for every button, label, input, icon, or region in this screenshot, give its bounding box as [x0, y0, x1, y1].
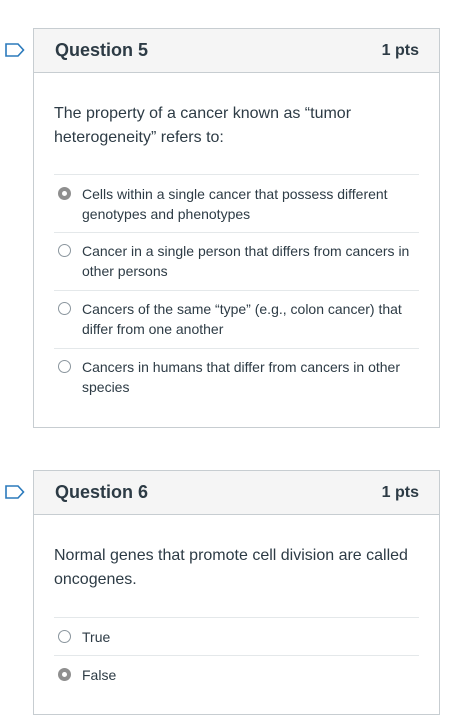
- answer-option-1[interactable]: Cells within a single cancer that posses…: [54, 175, 419, 233]
- answer-label: False: [82, 667, 117, 683]
- answer-label: Cancers of the same “type” (e.g., colon …: [82, 301, 402, 337]
- question-6-header: Question 6 1 pts: [34, 471, 439, 515]
- answer-label: Cancers in humans that differ from cance…: [82, 359, 401, 395]
- radio-button[interactable]: [58, 360, 71, 373]
- question-5-header: Question 5 1 pts: [34, 29, 439, 73]
- answer-label: Cancer in a single person that differs f…: [82, 243, 410, 279]
- question-text: The property of a cancer known as “tumor…: [54, 105, 352, 146]
- answer-option-false[interactable]: False: [54, 656, 419, 694]
- question-title: Question 5: [55, 40, 149, 60]
- flag-question-6-icon[interactable]: [5, 485, 25, 499]
- answer-option-3[interactable]: Cancers of the same “type” (e.g., colon …: [54, 291, 419, 349]
- answer-list: True False: [54, 617, 419, 694]
- answer-label: Cells within a single cancer that posses…: [82, 186, 388, 222]
- radio-button-selected[interactable]: [58, 187, 71, 200]
- question-text: Normal genes that promote cell division …: [54, 547, 408, 588]
- radio-button[interactable]: [58, 244, 71, 257]
- radio-button-selected[interactable]: [58, 668, 71, 681]
- question-points: 1 pts: [381, 41, 419, 59]
- radio-button[interactable]: [58, 630, 71, 643]
- question-points: 1 pts: [381, 483, 419, 501]
- answer-option-2[interactable]: Cancer in a single person that differs f…: [54, 233, 419, 291]
- answer-option-true[interactable]: True: [54, 618, 419, 656]
- flag-question-5-icon[interactable]: [5, 43, 25, 57]
- radio-button[interactable]: [58, 302, 71, 315]
- question-title: Question 6: [55, 482, 149, 502]
- answer-option-4[interactable]: Cancers in humans that differ from cance…: [54, 349, 419, 407]
- question-5-card: Question 5 1 pts The property of a cance…: [33, 28, 440, 428]
- answer-label: True: [82, 629, 111, 645]
- answer-list: Cells within a single cancer that posses…: [54, 174, 419, 407]
- question-6-card: Question 6 1 pts Normal genes that promo…: [33, 470, 440, 715]
